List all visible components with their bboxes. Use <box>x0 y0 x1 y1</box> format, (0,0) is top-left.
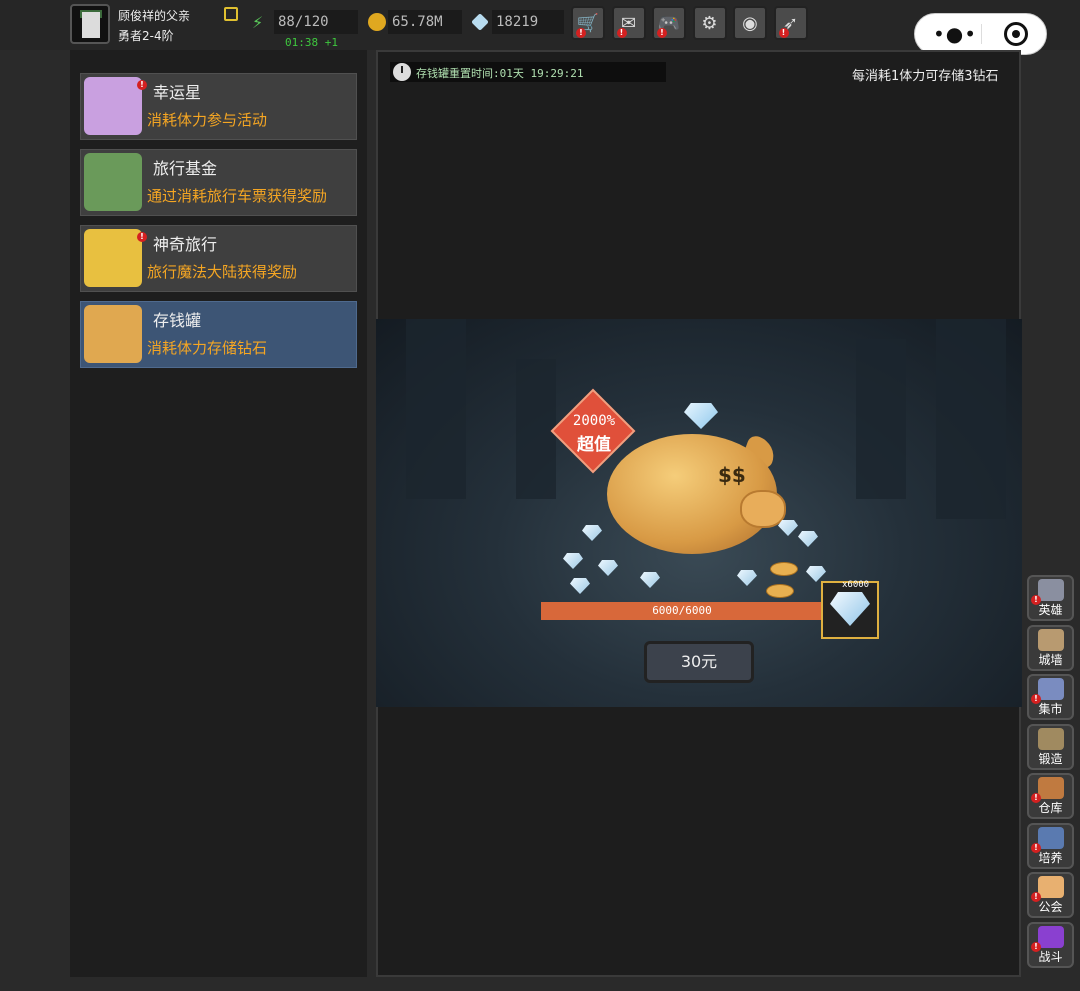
nav-label: 培养 <box>1038 850 1063 865</box>
nav-warehouse[interactable]: ! 仓库 <box>1027 773 1074 819</box>
city-wall-icon <box>1038 628 1064 651</box>
color-wheel-button[interactable]: ◉ <box>733 6 767 40</box>
nav-label: 集市 <box>1038 702 1063 716</box>
alert-badge: ! <box>778 28 789 38</box>
pig-snout <box>740 490 786 528</box>
travel-ticket-icon <box>84 229 142 287</box>
nav-label: 公会 <box>1038 900 1063 914</box>
alert-badge: ! <box>137 80 147 90</box>
sidebar-item-title: 存钱罐 <box>153 311 202 330</box>
feather-button[interactable]: ➶! <box>773 6 808 40</box>
clock-icon <box>393 63 411 81</box>
alert-badge: ! <box>616 28 627 38</box>
more-dots-icon[interactable]: •●• <box>933 22 977 46</box>
nav-trophy[interactable]: ! 培养 <box>1027 822 1074 869</box>
gold-coin-icon <box>368 13 386 31</box>
piggy-bank-icon <box>84 305 142 363</box>
trophy-icon <box>1038 826 1064 849</box>
gem-value: 18219 <box>492 10 564 34</box>
alert-badge: ! <box>657 28 667 38</box>
sidebar-item-desc: 消耗体力存储钻石 <box>147 339 268 357</box>
nav-anvil-hammer[interactable]: 锻造 <box>1027 723 1074 770</box>
nav-label: 城墙 <box>1038 652 1063 667</box>
sidebar-item-title: 神奇旅行 <box>153 235 218 254</box>
settings-gear-button[interactable]: ⚙ <box>692 6 727 40</box>
player-avatar[interactable] <box>70 4 110 44</box>
alert-badge: ! <box>137 232 147 242</box>
mini-program-capsule[interactable]: •●• <box>914 13 1047 55</box>
sidebar-item-piggy-bank[interactable]: 存钱罐消耗体力存储钻石 <box>80 301 357 368</box>
market-stall-icon <box>1038 678 1064 700</box>
nav-label: 战斗 <box>1038 949 1063 964</box>
mail-button[interactable]: ✉! <box>611 6 646 40</box>
close-circle-icon[interactable] <box>1004 22 1028 46</box>
reward-quantity: x6000 <box>842 580 870 590</box>
player-rank: 勇者2-4阶 <box>118 29 174 43</box>
sidebar-item-desc: 旅行魔法大陆获得奖励 <box>147 263 298 281</box>
nav-guild[interactable]: ! 公会 <box>1027 872 1074 918</box>
sidebar-item-title: 幸运星 <box>153 83 202 102</box>
color-wheel-icon: ◉ <box>742 12 758 34</box>
sidebar-item-desc: 消耗体力参与活动 <box>147 111 268 129</box>
alert-badge: ! <box>576 28 586 38</box>
nav-battle-portal[interactable]: ! 战斗 <box>1027 921 1074 968</box>
sale-label: 超值 <box>577 435 611 455</box>
gamepad-button[interactable]: 🎮! <box>652 6 686 40</box>
sidebar-item-desc: 通过消耗旅行车票获得奖励 <box>147 187 328 205</box>
nav-label: 锻造 <box>1038 751 1063 766</box>
sidebar-item-travel-ticket[interactable]: ! 神奇旅行旅行魔法大陆获得奖励 <box>80 225 357 292</box>
sidebar-item-money-bag[interactable]: 旅行基金通过消耗旅行车票获得奖励 <box>80 149 357 216</box>
warehouse-icon <box>1038 777 1064 799</box>
reset-timer-text: 存钱罐重置时间:01天 19:29:21 <box>416 67 584 80</box>
buy-button[interactable]: 30元 <box>644 641 754 683</box>
piggy-bank-description: 每消耗1体力可存储3钻石 <box>852 69 999 84</box>
money-bag-icon <box>84 153 142 211</box>
settings-gear-icon: ⚙ <box>701 12 718 34</box>
gold-value: 65.78M <box>388 10 462 34</box>
anvil-hammer-icon <box>1038 727 1064 750</box>
nav-city-wall[interactable]: 城墙 <box>1027 624 1074 671</box>
nav-label: 英雄 <box>1038 603 1063 617</box>
gold-coin-icon <box>770 562 798 576</box>
sale-percent: 2000% <box>572 413 616 429</box>
sidebar-item-lucky-star[interactable]: ! 幸运星消耗体力参与活动 <box>80 73 357 140</box>
battle-portal-icon <box>1038 925 1064 948</box>
energy-icon <box>252 13 270 31</box>
nav-market-stall[interactable]: ! 集市 <box>1027 674 1074 720</box>
hero-helmet-icon <box>1038 579 1064 601</box>
edit-icon[interactable] <box>224 7 238 21</box>
storage-progress-text: 6000/6000 <box>652 604 712 617</box>
shop-cart-button[interactable]: 🛒! <box>571 6 605 40</box>
dollar-eyes-icon: $$ <box>718 463 746 487</box>
nav-hero-helmet[interactable]: ! 英雄 <box>1027 575 1074 621</box>
energy-timer: 01:38 +1 <box>285 36 338 49</box>
nav-label: 仓库 <box>1038 801 1063 815</box>
sidebar-item-title: 旅行基金 <box>153 159 218 178</box>
player-name: 顾俊祥的父亲 <box>118 9 191 23</box>
guild-icon <box>1038 876 1064 898</box>
lucky-star-icon <box>84 77 142 135</box>
gold-coin-icon <box>766 584 794 598</box>
energy-value: 88/120 <box>274 10 358 34</box>
